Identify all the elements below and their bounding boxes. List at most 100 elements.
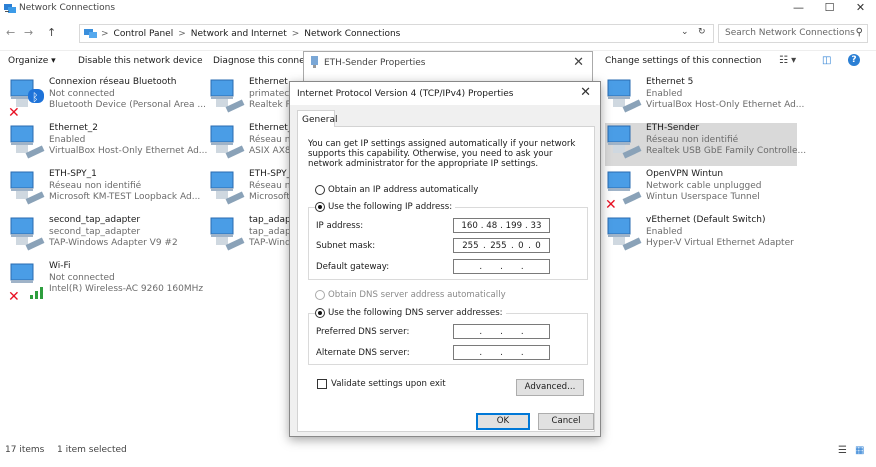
ip-address-field[interactable]: 160. 48. 199. 33 [453, 218, 550, 233]
ip-settings-description: You can get IP settings assigned automat… [308, 139, 576, 169]
adapter-status: Réseau non identifié [646, 134, 739, 145]
adapter-eth-spy[interactable]: ETH-SPY_ Réseau n Microsoft [208, 169, 298, 212]
ip-octet-2: 48 [486, 220, 498, 231]
breadcrumb-control-panel[interactable]: Control Panel [114, 29, 174, 39]
control-panel-icon [84, 29, 97, 38]
forward-button[interactable]: → [24, 26, 33, 39]
cancel-button[interactable]: Cancel [538, 413, 594, 430]
properties-close-button[interactable]: ✕ [573, 55, 584, 70]
address-dropdown-icon[interactable]: ⌄ [681, 27, 689, 37]
use-following-dns-radio[interactable]: Use the following DNS server addresses: [315, 308, 506, 318]
radio-circle [315, 290, 325, 300]
validate-settings-checkbox[interactable]: Validate settings upon exit [317, 379, 446, 389]
help-icon[interactable]: ? [848, 54, 860, 66]
breadcrumb-network-internet[interactable]: Network and Internet [191, 29, 287, 39]
adapter-device: Microsoft KM-TEST Loopback Ad... [49, 192, 201, 202]
mask-dot: . [483, 240, 486, 251]
use-following-ip-label: Use the following IP address: [328, 202, 453, 212]
adapter-vethernet[interactable]: vEthernet (Default Switch) Enabled Hyper-V… [605, 215, 797, 258]
use-following-dns-label: Use the following DNS server addresses: [328, 308, 503, 318]
obtain-dns-auto-radio[interactable]: Obtain DNS server address automatically [315, 290, 506, 300]
preview-pane-icon[interactable]: ◫ [822, 55, 831, 66]
network-adapter-icon [210, 125, 245, 159]
selection-count: 1 item selected [57, 445, 127, 455]
adapter-status: primatec. [249, 88, 293, 99]
refresh-icon[interactable]: ↻ [698, 27, 706, 37]
network-adapter-icon [10, 125, 45, 159]
ok-button[interactable]: OK [476, 413, 530, 430]
adapter-eth-spy-1[interactable]: ETH-SPY_1 Réseau non identifié Microsoft K… [8, 169, 201, 212]
address-bar[interactable]: > Control Panel > Network and Internet >… [79, 24, 714, 43]
network-adapter-icon [10, 171, 45, 205]
radio-circle [315, 185, 325, 195]
ipv4-dialog-header: Internet Protocol Version 4 (TCP/IPv4) P… [290, 82, 600, 105]
adapter-name: Ethernet_2 [49, 123, 98, 133]
tiles-view-icon[interactable]: ▦ [855, 445, 864, 456]
dns-dot: . [500, 326, 503, 337]
ip-dot: . [500, 220, 503, 231]
adapter-openvpn-wintun[interactable]: ✕ OpenVPN Wintun Network cable unplugged W… [605, 169, 797, 212]
preferred-dns-field[interactable]: ... [453, 324, 550, 339]
network-adapter-icon [607, 217, 642, 251]
adapter-ethernet[interactable]: Ethernet primatec. Realtek P [208, 77, 298, 120]
search-input[interactable]: Search Network Connections ⚲ [718, 24, 868, 43]
ipv4-close-button[interactable]: ✕ [580, 85, 591, 100]
adapter-ethernet-2[interactable]: Ethernet_2 Enabled VirtualBox Host-Only Et… [8, 123, 207, 166]
svg-text:ᛒ: ᛒ [32, 91, 39, 104]
network-adapter-icon [607, 125, 642, 159]
ipv4-dialog-title: Internet Protocol Version 4 (TCP/IPv4) P… [297, 89, 514, 99]
up-button[interactable]: ↑ [47, 26, 56, 39]
network-adapter-icon: ✕ [605, 171, 642, 211]
adapter-bluetooth[interactable]: ᛒ ✕ Connexion réseau Bluetooth Not connect… [8, 77, 206, 120]
adapter-name: ETH-SPY_ [249, 169, 292, 179]
adapter-name: ETH-Sender [646, 123, 700, 133]
view-options-icon[interactable]: ☷ ▾ [779, 55, 796, 66]
back-button[interactable]: ← [6, 26, 15, 39]
dns-dot: . [479, 347, 483, 358]
adapter-device: Intel(R) Wireless-AC 9260 160MHz [49, 284, 204, 294]
network-adapter-icon [210, 217, 245, 251]
address-bar-row: ← → ↑ > Control Panel > Network and Inte… [0, 21, 876, 46]
adapter-status: Réseau n [249, 180, 291, 191]
tab-general[interactable]: General [297, 110, 337, 127]
maximize-button[interactable]: ☐ [814, 0, 845, 17]
adapter-device: Hyper-V Virtual Ethernet Adapter [646, 238, 794, 248]
network-adapter-icon [10, 217, 45, 251]
advanced-button[interactable]: Advanced... [516, 379, 584, 396]
adapter-eth-sender[interactable]: ETH-Sender Réseau non identifié Realtek US… [605, 123, 806, 166]
minimize-button[interactable]: — [783, 0, 814, 17]
adapter-ethernet-5[interactable]: Ethernet 5 Enabled VirtualBox Host-Only Et… [605, 77, 804, 120]
diagnose-button[interactable]: Diagnose this connec [213, 56, 310, 66]
adapter-ethernet-x[interactable]: Ethernet_ Réseau n ASIX AX8 [208, 123, 298, 166]
alternate-dns-field[interactable]: ... [453, 345, 550, 360]
adapter-second-tap[interactable]: second_tap_adapter second_tap_adapter TAP-… [8, 215, 198, 258]
adapter-device: TAP-Wind [249, 238, 291, 248]
adapter-name: tap_adapt [249, 215, 295, 225]
validate-settings-label: Validate settings upon exit [331, 379, 446, 389]
adapter-device: TAP-Windows Adapter V9 #2 [49, 238, 178, 248]
properties-dialog-title: ETH-Sender Properties [324, 58, 426, 68]
checkbox-box [317, 379, 327, 389]
obtain-dns-auto-label: Obtain DNS server address automatically [328, 290, 506, 300]
close-window-button[interactable]: ✕ [845, 0, 876, 17]
obtain-ip-auto-radio[interactable]: Obtain an IP address automatically [315, 185, 478, 195]
window-title: Network Connections [19, 3, 116, 13]
window-controls: — ☐ ✕ [783, 0, 876, 17]
adapter-name: vEthernet (Default Switch) [646, 215, 766, 225]
general-tab-panel: You can get IP settings assigned automat… [297, 126, 595, 432]
breadcrumb-network-connections[interactable]: Network Connections [304, 29, 400, 39]
organize-menu[interactable]: Organize ▾ [8, 56, 56, 66]
status-bar: 17 items 1 item selected ☰ ▦ [0, 440, 876, 460]
subnet-mask-label: Subnet mask: [316, 241, 376, 251]
details-view-icon[interactable]: ☰ [838, 445, 847, 456]
preferred-dns-label: Preferred DNS server: [316, 327, 410, 337]
disable-device-button[interactable]: Disable this network device [78, 56, 203, 66]
subnet-mask-field[interactable]: 255. 255. 0. 0 [453, 238, 550, 253]
adapter-device: VirtualBox Host-Only Ethernet Ad... [646, 100, 805, 110]
adapter-tap[interactable]: tap_adapt tap_adapt TAP-Wind [208, 215, 298, 258]
change-settings-button[interactable]: Change settings of this connection [605, 56, 761, 66]
use-following-ip-radio[interactable]: Use the following IP address: [315, 202, 456, 212]
network-connections-icon [4, 4, 16, 13]
default-gateway-field[interactable]: ... [453, 259, 550, 274]
adapter-wifi[interactable]: ✕ Wi-Fi Not connected Intel(R) Wireless-AC… [8, 261, 203, 304]
